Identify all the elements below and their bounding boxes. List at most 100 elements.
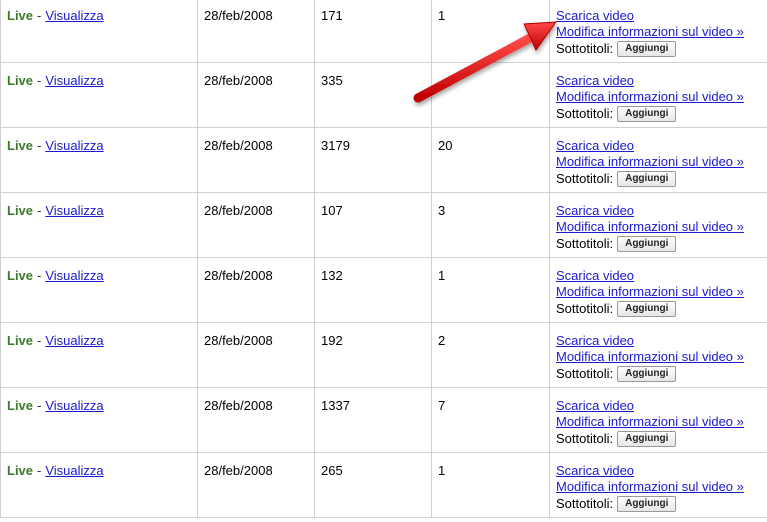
status-cell: Live - Visualizza <box>0 387 198 453</box>
edit-video-info-link[interactable]: Modifica informazioni sul video » <box>556 24 761 40</box>
download-video-link[interactable]: Scarica video <box>556 398 761 414</box>
add-subtitles-button[interactable]: Aggiungi <box>617 106 677 122</box>
views-cell: 192 <box>314 322 432 388</box>
add-subtitles-button[interactable]: Aggiungi <box>617 496 677 512</box>
separator: - <box>37 203 42 218</box>
download-video-link[interactable]: Scarica video <box>556 8 761 24</box>
status-badge: Live <box>7 398 34 413</box>
table-row: Live - Visualizza 28/feb/2008 1337 7 Scari… <box>0 387 767 453</box>
view-link[interactable]: Visualizza <box>45 138 103 153</box>
edit-video-info-link[interactable]: Modifica informazioni sul video » <box>556 479 761 495</box>
separator: - <box>37 8 42 23</box>
status-cell: Live - Visualizza <box>0 127 198 193</box>
subtitles-line: Sottotitoli: Aggiungi <box>556 300 761 318</box>
view-link[interactable]: Visualizza <box>45 333 103 348</box>
status-cell: Live - Visualizza <box>0 192 198 258</box>
table-row: Live - Visualizza 28/feb/2008 107 3 Scaric… <box>0 192 767 258</box>
subtitles-line: Sottotitoli: Aggiungi <box>556 235 761 253</box>
edit-video-info-link[interactable]: Modifica informazioni sul video » <box>556 154 761 170</box>
date-cell: 28/feb/2008 <box>197 192 315 258</box>
separator: - <box>37 138 42 153</box>
view-link[interactable]: Visualizza <box>45 268 103 283</box>
status-badge: Live <box>7 203 34 218</box>
view-link[interactable]: Visualizza <box>45 203 103 218</box>
date-cell: 28/feb/2008 <box>197 387 315 453</box>
status-badge: Live <box>7 138 34 153</box>
status-badge: Live <box>7 73 34 88</box>
subtitles-label: Sottotitoli: <box>556 106 614 121</box>
subtitles-line: Sottotitoli: Aggiungi <box>556 365 761 383</box>
views-cell: 1337 <box>314 387 432 453</box>
edit-video-info-link[interactable]: Modifica informazioni sul video » <box>556 219 761 235</box>
edit-video-info-link[interactable]: Modifica informazioni sul video » <box>556 284 761 300</box>
table-row: Live - Visualizza 28/feb/2008 171 1 Scaric… <box>0 0 767 63</box>
status-badge: Live <box>7 333 34 348</box>
actions-cell: Scarica video Modifica informazioni sul … <box>549 127 767 193</box>
table-row: Live - Visualizza 28/feb/2008 132 1 Scaric… <box>0 257 767 323</box>
view-link[interactable]: Visualizza <box>45 463 103 478</box>
edit-video-info-link[interactable]: Modifica informazioni sul video » <box>556 349 761 365</box>
videos-table-body: Live - Visualizza 28/feb/2008 171 1 Scaric… <box>0 0 767 518</box>
status-cell: Live - Visualizza <box>0 62 198 128</box>
add-subtitles-button[interactable]: Aggiungi <box>617 236 677 252</box>
comments-cell <box>431 62 550 128</box>
download-video-link[interactable]: Scarica video <box>556 463 761 479</box>
date-cell: 28/feb/2008 <box>197 257 315 323</box>
status-badge: Live <box>7 268 34 283</box>
views-cell: 3179 <box>314 127 432 193</box>
view-link[interactable]: Visualizza <box>45 8 103 23</box>
views-cell: 107 <box>314 192 432 258</box>
view-link[interactable]: Visualizza <box>45 398 103 413</box>
add-subtitles-button[interactable]: Aggiungi <box>617 366 677 382</box>
download-video-link[interactable]: Scarica video <box>556 73 761 89</box>
comments-cell: 2 <box>431 322 550 388</box>
date-cell: 28/feb/2008 <box>197 452 315 518</box>
add-subtitles-button[interactable]: Aggiungi <box>617 301 677 317</box>
subtitles-label: Sottotitoli: <box>556 366 614 381</box>
comments-cell: 3 <box>431 192 550 258</box>
date-cell: 28/feb/2008 <box>197 62 315 128</box>
view-link[interactable]: Visualizza <box>45 73 103 88</box>
actions-cell: Scarica video Modifica informazioni sul … <box>549 387 767 453</box>
views-cell: 171 <box>314 0 432 63</box>
videos-table: Live - Visualizza 28/feb/2008 171 1 Scaric… <box>0 0 767 518</box>
actions-cell: Scarica video Modifica informazioni sul … <box>549 322 767 388</box>
add-subtitles-button[interactable]: Aggiungi <box>617 171 677 187</box>
separator: - <box>37 333 42 348</box>
views-cell: 132 <box>314 257 432 323</box>
comments-cell: 1 <box>431 0 550 63</box>
comments-cell: 7 <box>431 387 550 453</box>
edit-video-info-link[interactable]: Modifica informazioni sul video » <box>556 89 761 105</box>
status-cell: Live - Visualizza <box>0 257 198 323</box>
separator: - <box>37 268 42 283</box>
date-cell: 28/feb/2008 <box>197 127 315 193</box>
subtitles-line: Sottotitoli: Aggiungi <box>556 170 761 188</box>
views-cell: 335 <box>314 62 432 128</box>
add-subtitles-button[interactable]: Aggiungi <box>617 41 677 57</box>
download-video-link[interactable]: Scarica video <box>556 333 761 349</box>
status-badge: Live <box>7 8 34 23</box>
edit-video-info-link[interactable]: Modifica informazioni sul video » <box>556 414 761 430</box>
separator: - <box>37 463 42 478</box>
table-row: Live - Visualizza 28/feb/2008 192 2 Scaric… <box>0 322 767 388</box>
add-subtitles-button[interactable]: Aggiungi <box>617 431 677 447</box>
status-cell: Live - Visualizza <box>0 0 198 63</box>
subtitles-label: Sottotitoli: <box>556 171 614 186</box>
table-row: Live - Visualizza 28/feb/2008 3179 20 Scar… <box>0 127 767 193</box>
subtitles-line: Sottotitoli: Aggiungi <box>556 430 761 448</box>
actions-cell: Scarica video Modifica informazioni sul … <box>549 257 767 323</box>
table-row: Live - Visualizza 28/feb/2008 265 1 Scaric… <box>0 452 767 518</box>
download-video-link[interactable]: Scarica video <box>556 138 761 154</box>
actions-cell: Scarica video Modifica informazioni sul … <box>549 192 767 258</box>
views-cell: 265 <box>314 452 432 518</box>
actions-cell: Scarica video Modifica informazioni sul … <box>549 62 767 128</box>
subtitles-line: Sottotitoli: Aggiungi <box>556 105 761 123</box>
date-cell: 28/feb/2008 <box>197 322 315 388</box>
download-video-link[interactable]: Scarica video <box>556 203 761 219</box>
status-badge: Live <box>7 463 34 478</box>
actions-cell: Scarica video Modifica informazioni sul … <box>549 0 767 63</box>
subtitles-line: Sottotitoli: Aggiungi <box>556 495 761 513</box>
subtitles-label: Sottotitoli: <box>556 236 614 251</box>
subtitles-label: Sottotitoli: <box>556 41 614 56</box>
download-video-link[interactable]: Scarica video <box>556 268 761 284</box>
